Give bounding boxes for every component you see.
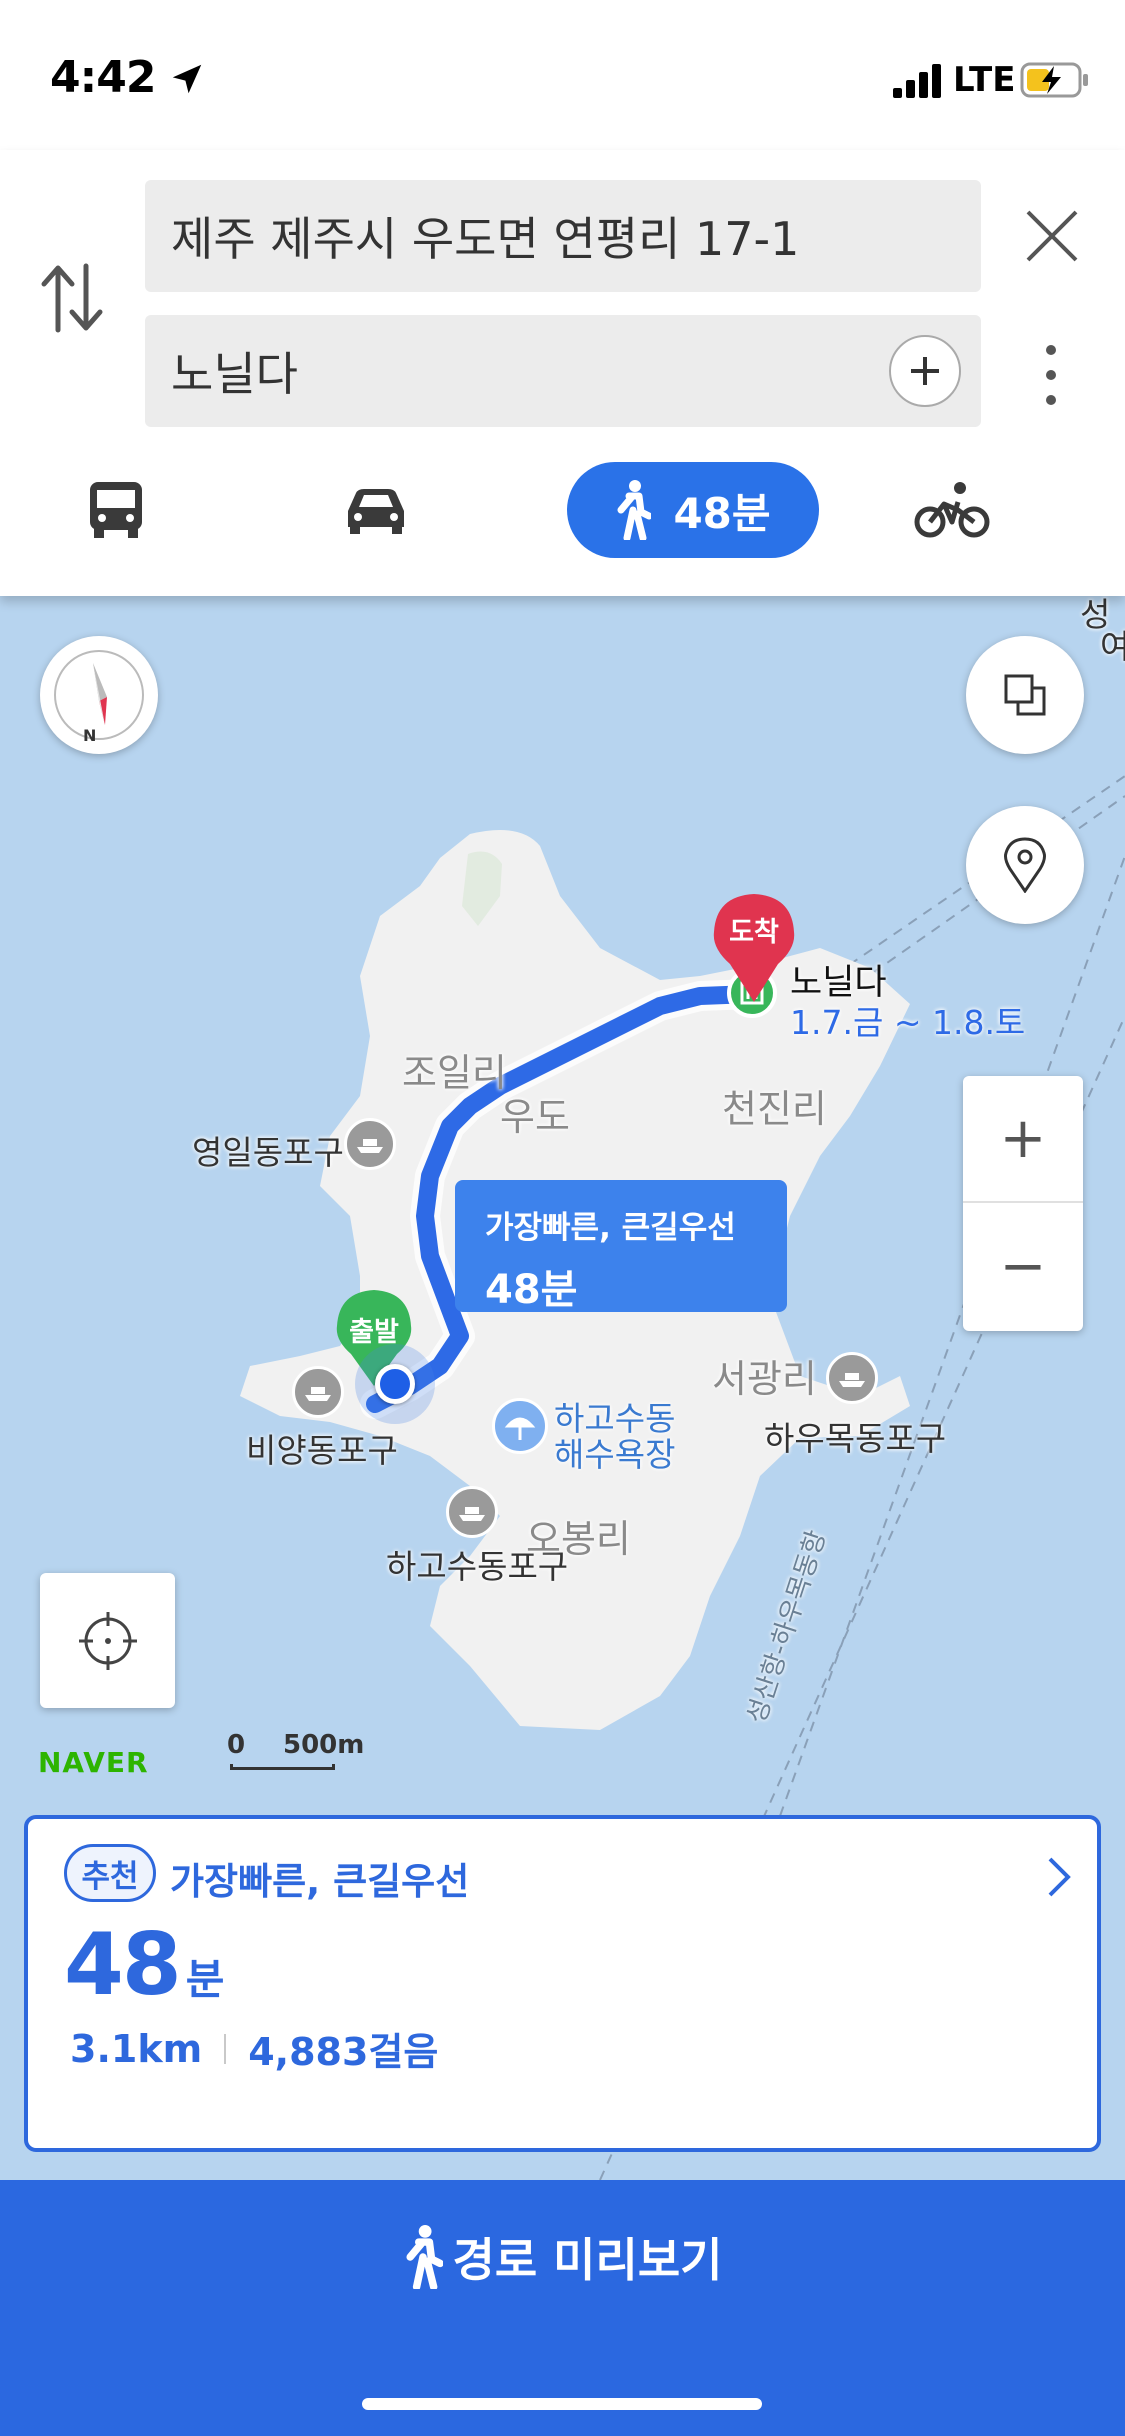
route-callout-title: 가장빠른, 큰길우선 bbox=[485, 1210, 736, 1246]
beach-icon bbox=[492, 1398, 548, 1454]
divider bbox=[224, 2033, 227, 2064]
scale-zero: 0 bbox=[227, 1730, 246, 1760]
location-arrow-icon bbox=[172, 64, 202, 94]
layers-icon bbox=[1004, 674, 1046, 716]
place-label-port: 영일동포구 bbox=[192, 1133, 344, 1172]
destination-pin-label: 도착 bbox=[729, 917, 779, 948]
zoom-in-button[interactable]: + bbox=[963, 1076, 1083, 1203]
transport-mode-tabs: 48분 bbox=[0, 462, 1125, 562]
map-scale: 0 500m bbox=[225, 1730, 365, 1770]
walking-icon bbox=[405, 2225, 443, 2289]
scale-distance: 500m bbox=[283, 1730, 365, 1760]
bus-icon bbox=[90, 482, 142, 538]
destination-pin[interactable]: 도착 bbox=[710, 892, 798, 1004]
start-pin-label: 출발 bbox=[349, 1317, 399, 1348]
place-label-port: 비양동포구 bbox=[246, 1431, 398, 1470]
route-search-header: 제주 제주시 우도면 연평리 17-1 노닐다 48분 bbox=[0, 150, 1125, 596]
tab-walk[interactable]: 48분 bbox=[567, 462, 819, 558]
route-summary-card[interactable]: 추천 가장빠른, 큰길우선 48 분 3.1km 4,883걸음 bbox=[24, 1815, 1101, 2152]
battery-charging-icon bbox=[1020, 62, 1088, 98]
place-label-area: 우도 bbox=[500, 1095, 570, 1139]
plus-icon bbox=[911, 357, 939, 385]
route-meta: 3.1km 4,883걸음 bbox=[70, 2021, 438, 2076]
zoom-out-button[interactable]: − bbox=[963, 1203, 1083, 1330]
origin-field[interactable]: 제주 제주시 우도면 연평리 17-1 bbox=[145, 180, 981, 292]
compass-icon: N bbox=[54, 650, 144, 745]
current-location-marker bbox=[355, 1344, 435, 1424]
swap-icon[interactable] bbox=[40, 260, 104, 336]
tab-transit[interactable] bbox=[80, 462, 152, 558]
place-label-beach: 해수욕장 bbox=[554, 1435, 676, 1474]
route-name: 가장빠른, 큰길우선 bbox=[170, 1860, 470, 1903]
duration-value: 48 bbox=[64, 1915, 182, 2015]
walk-time: 48분 bbox=[673, 488, 771, 538]
ferry-icon bbox=[344, 1118, 396, 1170]
compass-button[interactable]: N bbox=[40, 636, 158, 754]
map-pin-icon bbox=[1004, 837, 1046, 893]
route-steps: 4,883걸음 bbox=[248, 2030, 439, 2074]
chevron-right-icon[interactable] bbox=[1044, 1855, 1074, 1899]
network-type: LTE bbox=[953, 60, 1016, 100]
place-label: 여 bbox=[1100, 627, 1125, 666]
zoom-controls: + − bbox=[963, 1076, 1083, 1331]
route-duration: 48 분 bbox=[64, 1915, 224, 2015]
preview-label: 경로 미리보기 bbox=[452, 2233, 723, 2287]
route-callout[interactable]: 가장빠른, 큰길우선 48분 bbox=[455, 1180, 787, 1313]
svg-text:N: N bbox=[83, 726, 96, 745]
my-location-button[interactable] bbox=[40, 1573, 175, 1708]
tab-car[interactable] bbox=[340, 462, 412, 558]
status-bar: 4:42 LTE bbox=[0, 0, 1125, 150]
destination-field[interactable]: 노닐다 bbox=[145, 315, 981, 427]
more-options-icon[interactable] bbox=[1036, 342, 1066, 408]
duration-unit: 분 bbox=[185, 1955, 225, 2004]
place-label-area: 오봉리 bbox=[526, 1517, 631, 1561]
car-icon bbox=[348, 489, 404, 534]
naver-logo: NAVER bbox=[38, 1746, 149, 1779]
ferry-icon bbox=[826, 1352, 878, 1404]
place-label-area: 천진리 bbox=[722, 1087, 827, 1131]
status-time: 4:42 bbox=[50, 52, 156, 103]
close-icon[interactable] bbox=[1020, 204, 1084, 268]
place-label-area: 조일리 bbox=[402, 1051, 507, 1095]
home-indicator bbox=[362, 2398, 762, 2410]
map-layers-button[interactable] bbox=[966, 636, 1084, 754]
place-label-port: 하우목동포구 bbox=[764, 1419, 947, 1458]
tab-bike[interactable] bbox=[912, 462, 992, 558]
route-callout-duration: 48분 bbox=[485, 1267, 578, 1313]
route-distance: 3.1km bbox=[70, 2026, 203, 2071]
place-marker-button[interactable] bbox=[966, 806, 1084, 924]
place-label-area: 서광리 bbox=[712, 1357, 817, 1401]
walking-icon bbox=[617, 480, 652, 540]
recommended-badge: 추천 bbox=[64, 1844, 156, 1902]
add-waypoint-button[interactable] bbox=[889, 335, 961, 407]
origin-text: 제주 제주시 우도면 연평리 17-1 bbox=[171, 212, 800, 266]
bicycle-icon bbox=[914, 482, 990, 538]
signal-bars-icon bbox=[893, 64, 941, 98]
ferry-icon bbox=[446, 1486, 498, 1538]
destination-text: 노닐다 bbox=[171, 347, 298, 401]
destination-dates: 1.7.금 ~ 1.8.토 bbox=[790, 1003, 1026, 1042]
crosshair-icon bbox=[78, 1611, 137, 1670]
